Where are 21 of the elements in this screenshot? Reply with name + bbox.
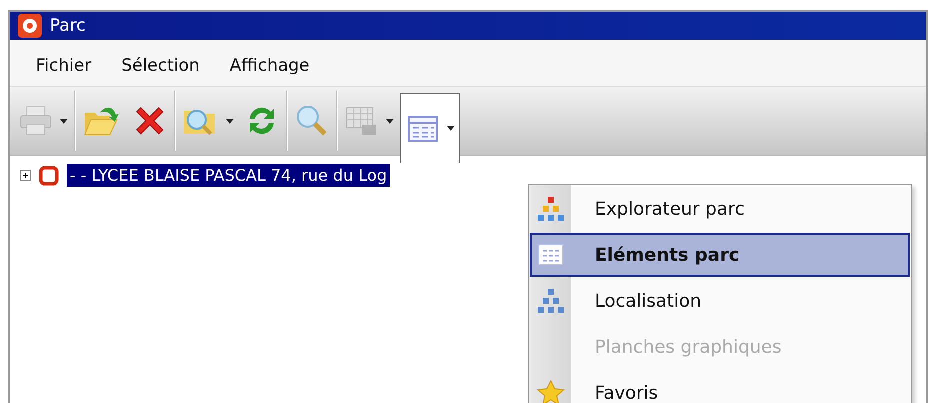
hierarchy-icon [537, 288, 565, 314]
menu-item[interactable]: Sélection [122, 56, 200, 76]
caret-icon [226, 118, 234, 124]
menu-item[interactable]: Affichage [230, 56, 310, 76]
menu-item[interactable]: Explorateur parc [530, 187, 910, 231]
expand-toggle[interactable] [20, 170, 31, 181]
node-icon [39, 166, 59, 186]
caret-icon [447, 126, 455, 131]
menu-item[interactable]: Localisation [530, 279, 910, 323]
window-title: Parc [50, 16, 86, 36]
hierarchy-icon [537, 196, 565, 222]
menu-item[interactable]: Fichier [36, 56, 92, 76]
tree-item[interactable]: - - LYCEE BLAISE PASCAL 74, rue du Log [67, 164, 390, 187]
table-button[interactable] [400, 93, 460, 163]
caret-icon [386, 118, 394, 124]
star-icon [537, 380, 565, 403]
menu-item[interactable]: Favoris [530, 371, 910, 403]
caret-icon [60, 118, 68, 124]
menu-item[interactable]: Eléments parc [530, 233, 910, 277]
table-icon [538, 243, 564, 267]
app-icon [18, 14, 42, 38]
